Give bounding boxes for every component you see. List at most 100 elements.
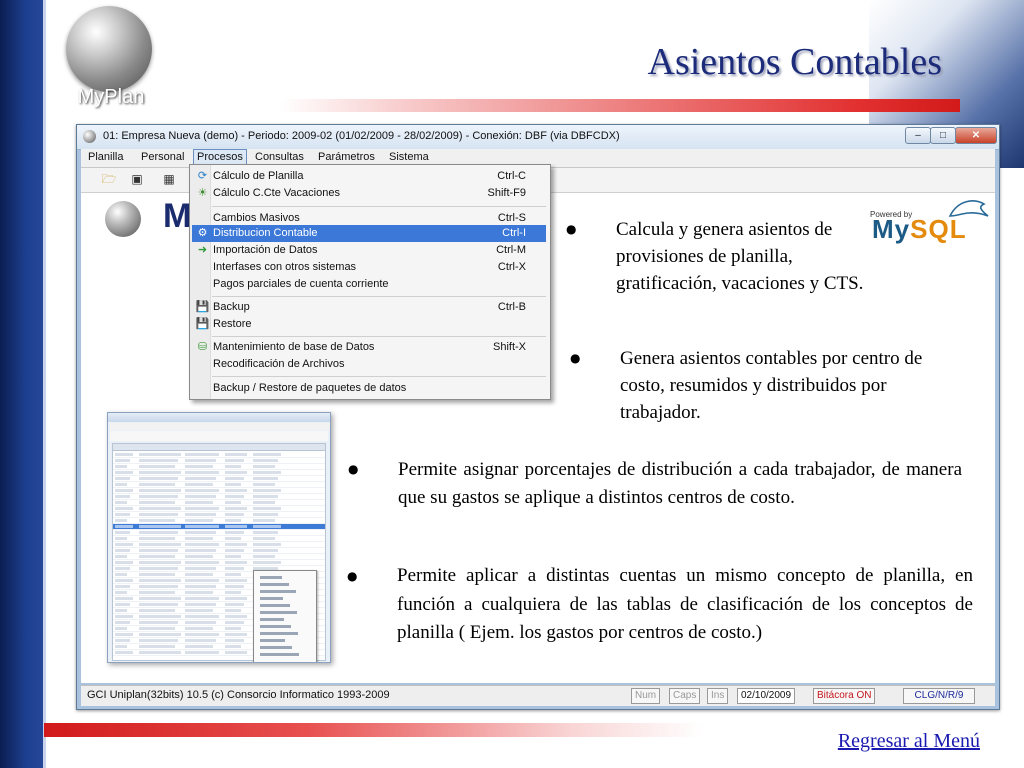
menu-sistema[interactable]: Sistema <box>386 151 432 163</box>
thumb-grid-cell <box>185 483 213 486</box>
thumb-grid-cell <box>139 453 181 456</box>
menu-parametros[interactable]: Parámetros <box>315 151 378 163</box>
thumb-grid-cell <box>225 651 247 654</box>
thumb-grid-cell <box>185 477 216 480</box>
thumb-grid-cell <box>185 627 213 630</box>
thumb-grid-cell <box>139 609 175 612</box>
thumb-grid-cell <box>225 471 247 474</box>
slide-title: Asientos Contables <box>647 41 942 83</box>
menu-planilla[interactable]: Planilla <box>85 151 126 163</box>
status-bitacora: Bitácora ON <box>813 688 876 704</box>
thumb-grid-cell <box>139 639 178 642</box>
menu-item-backup-paquetes[interactable]: Backup / Restore de paquetes de datos <box>192 380 546 397</box>
menu-item-interfases[interactable]: Interfases con otros sistemas Ctrl-X <box>192 259 546 276</box>
menu-item-restore[interactable]: 💾 Restore <box>192 316 546 333</box>
close-button[interactable]: ✕ <box>955 127 997 144</box>
thumb-context-item <box>260 632 298 635</box>
vacation-icon: ☀ <box>197 187 208 199</box>
thumb-grid-cell <box>253 489 281 492</box>
thumb-grid-cell <box>115 495 130 498</box>
thumb-grid-header <box>113 444 325 451</box>
thumb-grid-cell <box>185 615 219 618</box>
thumb-grid-cell <box>139 471 181 474</box>
menu-item-backup[interactable]: 💾 Backup Ctrl-B <box>192 299 546 316</box>
window-icon[interactable]: ▣ <box>129 172 145 186</box>
thumb-grid <box>112 443 326 662</box>
thumb-grid-cell <box>185 609 213 612</box>
menu-item-shortcut: Ctrl-M <box>496 244 526 256</box>
menu-item-distribucion-contable[interactable]: ⚙ Distribucion Contable Ctrl-I <box>192 225 546 242</box>
statusbar: GCI Uniplan(32bits) 10.5 (c) Consorcio I… <box>81 685 995 706</box>
menu-item-label: Backup / Restore de paquetes de datos <box>213 382 407 394</box>
bottom-decor-line <box>44 723 704 737</box>
thumb-grid-cell <box>225 519 241 522</box>
menu-item-shortcut: Ctrl-C <box>497 170 526 182</box>
thumb-context-item <box>260 646 292 649</box>
menu-item-shortcut: Ctrl-B <box>497 301 526 313</box>
menu-item-mantenimiento[interactable]: ⛁ Mantenimiento de base de Datos Shift-X <box>192 339 546 356</box>
bullet-3: Permite asignar porcentajes de distribuc… <box>398 459 962 508</box>
menu-separator <box>212 296 546 297</box>
thumb-grid-cell <box>115 501 127 504</box>
menu-item-calculo-planilla[interactable]: ⟳ Cálculo de Planilla Ctrl-C <box>192 168 546 185</box>
thumb-grid-cell <box>115 465 127 468</box>
thumb-grid-cell <box>185 561 219 564</box>
menu-item-pagos-parciales[interactable]: Pagos parciales de cuenta corriente <box>192 276 546 293</box>
minimize-button[interactable]: – <box>905 127 931 144</box>
thumb-grid-cell <box>253 459 278 462</box>
database-icon: ⛁ <box>197 341 208 353</box>
thumb-grid-cell <box>225 609 241 612</box>
window-titlebar[interactable]: 01: Empresa Nueva (demo) - Periodo: 2009… <box>77 125 999 150</box>
thumb-grid-cell <box>115 549 130 552</box>
thumb-grid-cell <box>225 603 244 606</box>
thumb-grid-cell <box>139 615 181 618</box>
thumb-grid-cell <box>225 639 244 642</box>
thumb-grid-cell <box>185 453 219 456</box>
maximize-button[interactable]: □ <box>930 127 956 144</box>
status-caps: Caps <box>669 688 701 704</box>
thumb-context-item <box>260 597 283 600</box>
window-title: 01: Empresa Nueva (demo) - Periodo: 2009… <box>103 130 620 142</box>
thumb-grid-cell <box>115 477 130 480</box>
menu-personal[interactable]: Personal <box>138 151 187 163</box>
thumb-grid-cell <box>185 549 216 552</box>
thumb-grid-cell <box>185 567 216 570</box>
thumb-grid-cell <box>185 495 216 498</box>
menu-item-label: Cálculo de Planilla <box>213 170 304 182</box>
thumb-grid-cell <box>139 567 178 570</box>
thumb-grid-cell <box>139 573 175 576</box>
dolphin-icon <box>948 200 989 217</box>
thumb-grid-cell <box>225 591 241 594</box>
thumb-grid-cell <box>115 591 127 594</box>
import-icon: ➜ <box>197 244 208 256</box>
menu-procesos[interactable]: Procesos <box>193 149 247 165</box>
thumb-grid-cell <box>225 585 244 588</box>
thumb-grid-cell <box>185 591 213 594</box>
folder-icon[interactable]: 🗁 <box>101 172 117 186</box>
thumb-grid-cell <box>253 465 275 468</box>
thumb-context-item <box>260 611 297 614</box>
thumb-grid-cell <box>139 501 175 504</box>
status-ins: Ins <box>707 688 729 704</box>
thumb-grid-cell <box>225 483 241 486</box>
thumb-grid-cell <box>185 603 216 606</box>
menu-item-label: Mantenimiento de base de Datos <box>213 341 375 353</box>
menu-item-shortcut: Shift-F9 <box>487 187 526 199</box>
thumb-grid-cell <box>115 633 133 636</box>
thumb-grid-cell <box>115 609 127 612</box>
menu-consultas[interactable]: Consultas <box>252 151 307 163</box>
menu-item-calculo-vacaciones[interactable]: ☀ Cálculo C.Cte Vacaciones Shift-F9 <box>192 185 546 202</box>
bullet-dot: ● <box>566 222 577 236</box>
bullet-1: Calcula y genera asientos de provisiones… <box>616 219 864 294</box>
thumb-context-item <box>260 583 289 586</box>
menu-item-recodificacion[interactable]: Recodificación de Archivos <box>192 356 546 373</box>
menu-separator <box>212 376 546 377</box>
left-decor-bar <box>0 0 43 768</box>
menu-item-shortcut: Ctrl-S <box>497 212 526 224</box>
menu-item-importacion[interactable]: ➜ Importación de Datos Ctrl-M <box>192 242 546 259</box>
menu-item-shortcut: Ctrl-I <box>502 227 526 239</box>
grid-icon[interactable]: ▦ <box>161 172 177 186</box>
thumb-context-item <box>260 590 296 593</box>
thumb-grid-cell <box>253 519 275 522</box>
back-to-menu-link[interactable]: Regresar al Menú <box>790 730 980 753</box>
